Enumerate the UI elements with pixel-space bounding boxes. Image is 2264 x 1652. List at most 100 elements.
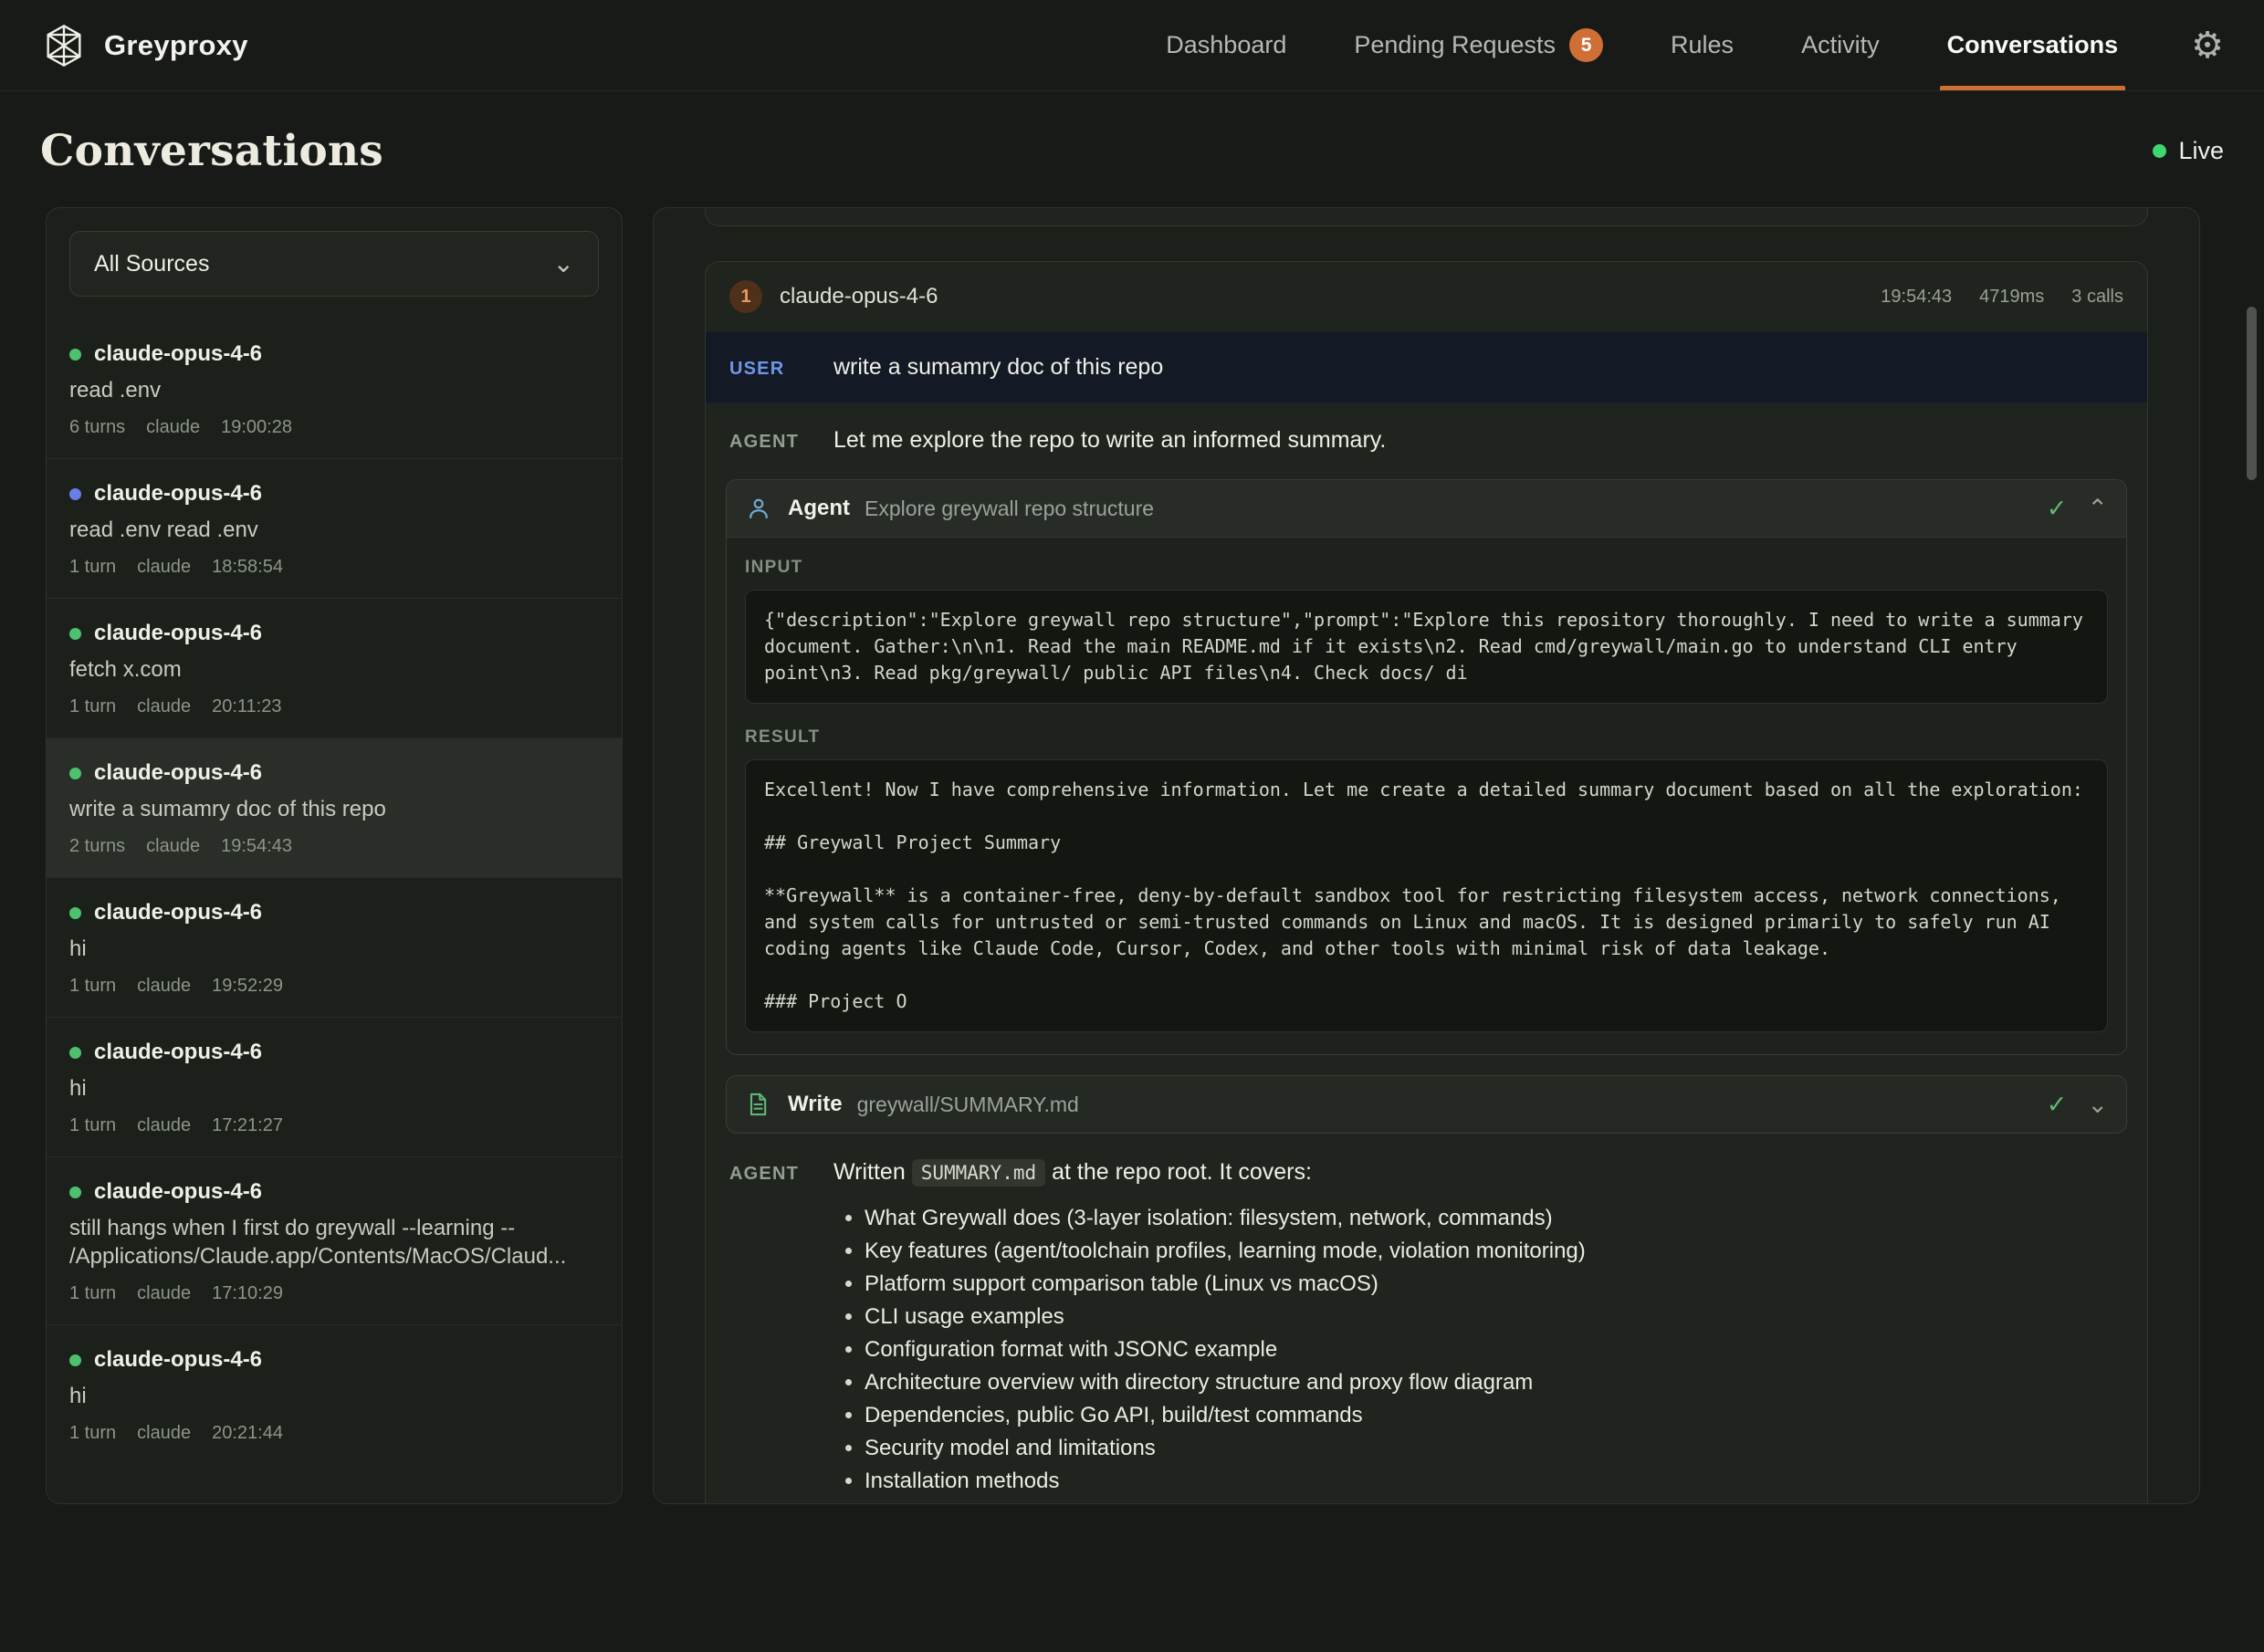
status-dot-icon (69, 768, 81, 779)
top-nav: Greyproxy Dashboard Pending Requests 5 R… (0, 0, 2264, 91)
nav-item-pending-requests[interactable]: Pending Requests 5 (1354, 0, 1603, 90)
scrollbar-thumb[interactable] (2247, 307, 2257, 480)
conversation-detail-panel: 1 claude-opus-4-6 19:54:43 4719ms 3 call… (653, 207, 2200, 1504)
conversation-meta: 1 turn claude 17:10:29 (69, 1283, 599, 1304)
source-filter-select[interactable]: All Sources ⌄ (69, 231, 599, 297)
greyproxy-logo-icon (40, 22, 88, 69)
conversation-model: claude-opus-4-6 (94, 900, 262, 925)
turn-duration: 4719ms (1979, 287, 2044, 308)
status-dot-icon (69, 1354, 81, 1366)
app-logo[interactable]: Greyproxy (40, 0, 248, 90)
agent-icon (745, 494, 774, 523)
agent-role-label: AGENT (729, 1164, 813, 1185)
nav-label: Dashboard (1166, 31, 1286, 59)
pending-requests-badge: 5 (1569, 28, 1603, 62)
summary-bullet: Platform support comparison table (Linux… (865, 1270, 1586, 1297)
nav-label: Activity (1801, 31, 1880, 59)
timestamp: 19:54:43 (221, 836, 292, 857)
conversation-subtitle: fetch x.com (69, 655, 599, 684)
conversation-meta: 1 turn claude 17:21:27 (69, 1115, 599, 1136)
source-name: claude (137, 1115, 191, 1136)
tool-status: ✓ ⌄ (2047, 1091, 2108, 1119)
tool-name: Write (788, 1092, 843, 1117)
user-message-text: write a sumamry doc of this repo (833, 352, 1163, 382)
tool-status: ✓ ⌃ (2047, 495, 2108, 523)
nav-item-conversations[interactable]: Conversations (1947, 0, 2119, 90)
live-label: Live (2178, 137, 2224, 165)
conversation-subtitle: still hangs when I first do greywall --l… (69, 1214, 599, 1270)
agent-summary-row: AGENT Written SUMMARY.md at the repo roo… (706, 1134, 2147, 1504)
nav-label: Rules (1671, 31, 1734, 59)
summary-bullet: Installation methods (865, 1468, 1586, 1494)
summary-bullet: Dependencies, public Go API, build/test … (865, 1402, 1586, 1428)
nav-label: Conversations (1947, 31, 2119, 59)
nav-item-dashboard[interactable]: Dashboard (1166, 0, 1286, 90)
conversation-model: claude-opus-4-6 (94, 621, 262, 646)
conversation-meta: 6 turns claude 19:00:28 (69, 417, 599, 438)
settings-gear-icon[interactable]: ⚙ (2191, 0, 2224, 90)
conversation-model: claude-opus-4-6 (94, 1040, 262, 1065)
conversation-list-item[interactable]: claude-opus-4-6 read .env 6 turns claude… (47, 319, 622, 458)
check-icon: ✓ (2047, 1091, 2068, 1119)
turn-count: 1 turn (69, 1115, 116, 1136)
turn-card: 1 claude-opus-4-6 19:54:43 4719ms 3 call… (705, 261, 2148, 1504)
write-tool-call-row[interactable]: Write greywall/SUMMARY.md ✓ ⌄ (726, 1075, 2127, 1134)
tool-file-path: greywall/SUMMARY.md (857, 1093, 1079, 1117)
timestamp: 20:21:44 (212, 1423, 283, 1444)
tool-result-code: Excellent! Now I have comprehensive info… (745, 759, 2108, 1032)
conversation-list-item[interactable]: claude-opus-4-6 hi 1 turn claude 17:21:2… (47, 1017, 622, 1156)
chevron-down-icon: ⌄ (553, 251, 574, 277)
result-label: RESULT (745, 727, 2108, 748)
agent-summary-body: Written SUMMARY.md at the repo root. It … (833, 1157, 1586, 1500)
agent-tool-call-card: Agent Explore greywall repo structure ✓ … (726, 479, 2127, 1055)
conversation-list-item[interactable]: claude-opus-4-6 still hangs when I first… (47, 1156, 622, 1324)
page-title: Conversations (40, 126, 383, 176)
user-role-label: USER (729, 359, 813, 380)
source-name: claude (137, 696, 191, 717)
conversation-subtitle: hi (69, 1074, 599, 1103)
summary-bullet: Key features (agent/toolchain profiles, … (865, 1238, 1586, 1264)
turn-index-badge: 1 (729, 280, 762, 313)
conversation-subtitle: read .env read .env (69, 516, 599, 544)
timestamp: 17:10:29 (212, 1283, 283, 1304)
conversations-sidebar: All Sources ⌄ claude-opus-4-6 read .env … (46, 207, 623, 1504)
conversation-subtitle: write a sumamry doc of this repo (69, 795, 599, 823)
nav-item-rules[interactable]: Rules (1671, 0, 1734, 90)
summary-bullet: What Greywall does (3-layer isolation: f… (865, 1205, 1586, 1231)
tool-body: INPUT {"description":"Explore greywall r… (727, 537, 2126, 1054)
timestamp: 19:52:29 (212, 976, 283, 997)
conversation-meta: 1 turn claude 20:21:44 (69, 1423, 599, 1444)
conversation-subtitle: read .env (69, 376, 599, 404)
conversation-list-item-selected[interactable]: claude-opus-4-6 write a sumamry doc of t… (47, 737, 622, 877)
check-icon: ✓ (2047, 495, 2068, 523)
source-name: claude (137, 557, 191, 578)
turn-count: 1 turn (69, 1423, 116, 1444)
conversation-list-item[interactable]: claude-opus-4-6 hi 1 turn claude 20:21:4… (47, 1324, 622, 1464)
conversation-list-item[interactable]: claude-opus-4-6 fetch x.com 1 turn claud… (47, 598, 622, 737)
status-dot-icon (69, 488, 81, 500)
status-dot-icon (69, 1047, 81, 1059)
status-dot-icon (69, 1187, 81, 1198)
conversation-model: claude-opus-4-6 (94, 1347, 262, 1373)
nav-items: Dashboard Pending Requests 5 Rules Activ… (1166, 0, 2118, 90)
turn-count: 1 turn (69, 1283, 116, 1304)
inline-code-chip: SUMMARY.md (912, 1159, 1045, 1187)
summary-bullet: Security model and limitations (865, 1435, 1586, 1461)
summary-suffix: at the repo root. It covers: (1052, 1159, 1312, 1185)
source-name: claude (146, 836, 200, 857)
turn-time: 19:54:43 (1881, 287, 1952, 308)
summary-bullet: Architecture overview with directory str… (865, 1369, 1586, 1396)
conversation-meta: 1 turn claude 20:11:23 (69, 696, 599, 717)
turn-header: 1 claude-opus-4-6 19:54:43 4719ms 3 call… (706, 262, 2147, 331)
turn-meta: 19:54:43 4719ms 3 calls (1881, 287, 2123, 308)
chevron-down-icon[interactable]: ⌄ (2087, 1091, 2108, 1119)
summary-bullet-list: What Greywall does (3-layer isolation: f… (865, 1205, 1586, 1494)
agent-tool-header[interactable]: Agent Explore greywall repo structure ✓ … (727, 480, 2126, 537)
conversation-list-item[interactable]: claude-opus-4-6 hi 1 turn claude 19:52:2… (47, 877, 622, 1017)
turn-count: 6 turns (69, 417, 125, 438)
previous-turn-card-partial (705, 208, 2148, 226)
nav-item-activity[interactable]: Activity (1801, 0, 1880, 90)
chevron-up-icon[interactable]: ⌃ (2087, 495, 2108, 523)
tool-description: Explore greywall repo structure (865, 497, 1154, 521)
conversation-list-item[interactable]: claude-opus-4-6 read .env read .env 1 tu… (47, 458, 622, 598)
